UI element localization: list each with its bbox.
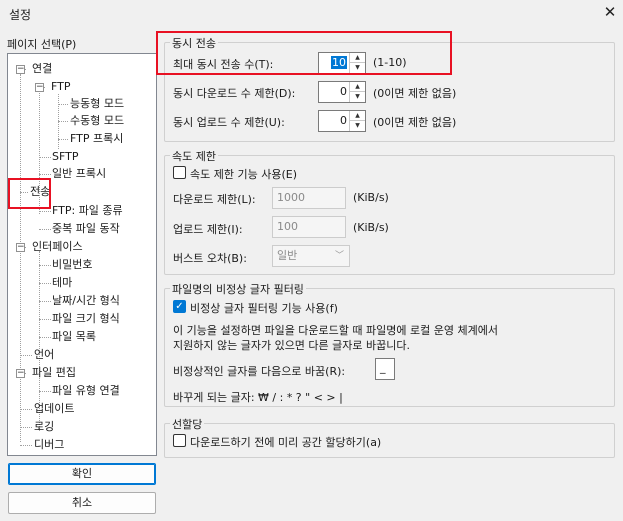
tree-item-generic-proxy[interactable]: 일반 프록시 <box>52 167 106 181</box>
collapse-icon[interactable]: − <box>16 243 25 252</box>
speed-upload-unit: (KiB/s) <box>353 221 389 234</box>
filter-description-line2: 지원하지 않는 글자가 있으면 다른 글자로 바꿉니다. <box>173 339 410 352</box>
speed-limit-checkbox[interactable] <box>173 166 186 179</box>
upload-limit-label: 동시 업로드 수 제한(U): <box>173 116 285 129</box>
download-limit-spinner[interactable]: 0 ▲ ▼ <box>318 81 366 103</box>
tree-item-ftp-filetype[interactable]: FTP: 파일 종류 <box>52 204 123 218</box>
tree-item-passwords[interactable]: 비밀번호 <box>52 258 92 272</box>
burst-tolerance-select[interactable]: 일반 ﹀ <box>272 245 350 267</box>
prealloc-label[interactable]: 다운로드하기 전에 미리 공간 할당하기(a) <box>190 434 381 450</box>
highlight-box-tree <box>8 178 51 209</box>
tree-item-interface[interactable]: 인터페이스 <box>32 240 83 254</box>
burst-tolerance-label: 버스트 오차(B): <box>173 252 247 265</box>
download-limit-hint: (0이면 제한 없음) <box>373 87 457 100</box>
settings-tree[interactable]: − 연결 − FTP 능동형 모드 수동형 모드 FTP 프록시 SFTP 일반… <box>7 53 157 456</box>
spin-up-icon[interactable]: ▲ <box>350 111 365 121</box>
cancel-button[interactable]: 취소 <box>8 492 156 514</box>
download-limit-value[interactable]: 0 <box>340 85 347 98</box>
tree-item-datetime[interactable]: 날짜/시간 형식 <box>52 294 120 308</box>
page-select-label: 페이지 선택(P) <box>7 38 77 51</box>
filter-enable-label[interactable]: 비정상 글자 필터링 기능 사용(f) <box>190 300 338 316</box>
tree-item-debug[interactable]: 디버그 <box>34 438 64 452</box>
tree-item-filesize[interactable]: 파일 크기 형식 <box>52 312 120 326</box>
upload-limit-spinner[interactable]: 0 ▲ ▼ <box>318 110 366 132</box>
tree-item-sftp[interactable]: SFTP <box>52 150 78 164</box>
filter-description-line1: 이 기능을 설정하면 파일을 다운로드할 때 파일명에 로컬 운영 체계에서 <box>173 324 498 337</box>
replace-char-input[interactable]: _ <box>375 358 395 380</box>
speed-upload-label: 업로드 제한(I): <box>173 223 243 236</box>
speed-title: 속도 제한 <box>170 148 218 164</box>
filter-checkbox[interactable]: ✓ <box>173 300 186 313</box>
tree-item-ftp-proxy[interactable]: FTP 프록시 <box>70 132 123 146</box>
burst-tolerance-value: 일반 <box>277 249 298 262</box>
collapse-icon[interactable]: − <box>16 369 25 378</box>
speed-limit-enable-label[interactable]: 속도 제한 기능 사용(E) <box>190 166 297 182</box>
prealloc-checkbox[interactable] <box>173 434 186 447</box>
speed-download-unit: (KiB/s) <box>353 191 389 204</box>
spin-up-icon[interactable]: ▲ <box>350 82 365 92</box>
tree-item-active-mode[interactable]: 능동형 모드 <box>70 97 124 111</box>
upload-limit-hint: (0이면 제한 없음) <box>373 116 457 129</box>
tree-item-logging[interactable]: 로깅 <box>34 420 54 434</box>
replaced-chars-text: 바꾸게 되는 글자: ₩ / : * ? " < > | <box>173 391 343 404</box>
tree-item-filetype-assoc[interactable]: 파일 유형 연결 <box>52 384 120 398</box>
replace-char-label: 비정상적인 글자를 다음으로 바꿈(R): <box>173 365 346 378</box>
tree-item-themes[interactable]: 테마 <box>52 276 72 290</box>
speed-download-input[interactable]: 1000 <box>272 187 346 209</box>
collapse-icon[interactable]: − <box>35 83 44 92</box>
spin-down-icon[interactable]: ▼ <box>350 92 365 102</box>
tree-item-duplicate-action[interactable]: 중복 파일 동작 <box>52 222 120 236</box>
tree-item-file-editing[interactable]: 파일 편집 <box>32 366 76 380</box>
highlight-box-concurrent <box>156 31 452 75</box>
download-limit-label: 동시 다운로드 수 제한(D): <box>173 87 296 100</box>
ok-button[interactable]: 확인 <box>8 463 156 485</box>
upload-limit-value[interactable]: 0 <box>340 114 347 127</box>
spin-down-icon[interactable]: ▼ <box>350 121 365 131</box>
prealloc-title: 선할당 <box>170 416 205 432</box>
tree-item-language[interactable]: 언어 <box>34 348 54 362</box>
tree-item-ftp[interactable]: FTP <box>51 80 71 94</box>
tree-item-connection[interactable]: 연결 <box>32 62 52 76</box>
tree-item-updates[interactable]: 업데이트 <box>34 402 74 416</box>
tree-item-passive-mode[interactable]: 수동형 모드 <box>70 114 124 128</box>
filter-title: 파일명의 비정상 글자 필터링 <box>170 281 306 297</box>
window-title: 설정 <box>9 8 32 22</box>
close-icon[interactable]: ✕ <box>600 3 620 21</box>
speed-upload-input[interactable]: 100 <box>272 216 346 238</box>
speed-download-label: 다운로드 제한(L): <box>173 193 256 206</box>
chevron-down-icon: ﹀ <box>334 251 344 261</box>
tree-item-filelists[interactable]: 파일 목록 <box>52 330 96 344</box>
collapse-icon[interactable]: − <box>16 65 25 74</box>
